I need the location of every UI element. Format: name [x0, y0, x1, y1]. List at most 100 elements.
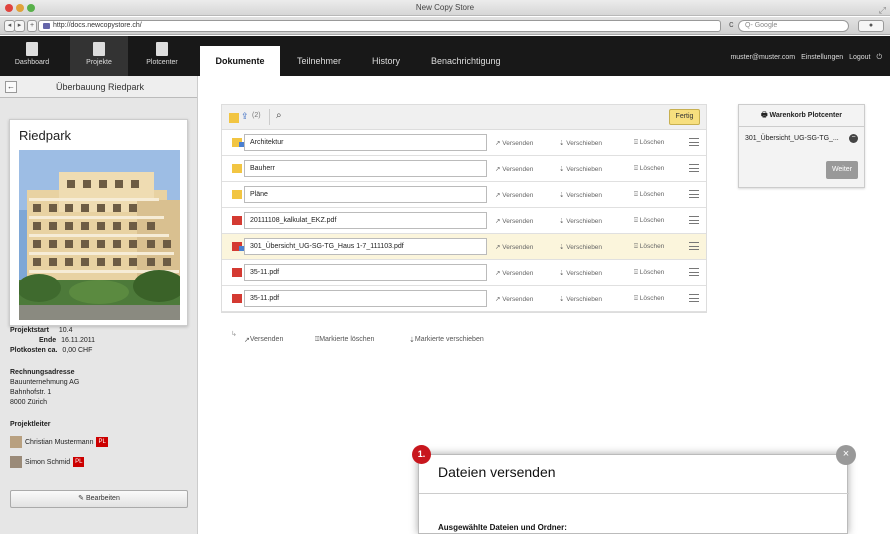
row-menu-icon[interactable]: [689, 164, 699, 172]
top-links: muster@muster.com Einstellungen Logout ⏻: [726, 54, 882, 62]
pencil-icon: ✎: [78, 495, 85, 502]
reload-icon[interactable]: c: [729, 19, 734, 29]
delete-button-label: Löschen: [639, 295, 665, 302]
delete-button[interactable]: ⍐ Löschen: [634, 243, 664, 251]
file-name-field[interactable]: 301_Übersicht_UG-SG-TG_Haus 1-7_111103.p…: [244, 238, 487, 255]
move-button[interactable]: ⇣ Verschieben: [559, 269, 602, 277]
tab-benachrichtigung[interactable]: Benachrichtigung: [431, 46, 501, 76]
user-email-link[interactable]: muster@muster.com: [730, 54, 795, 61]
delete-button[interactable]: ⍐ Löschen: [634, 217, 664, 225]
sidebar-header: ← Überbauung Riedpark: [0, 76, 197, 98]
row-menu-icon[interactable]: [689, 190, 699, 198]
table-row[interactable]: Bauherr ↗ Versenden ⇣ Verschieben ⍐ Löschen: [222, 156, 706, 182]
minimize-window-button[interactable]: [16, 4, 24, 12]
tab-teilnehmer[interactable]: Teilnehmer: [297, 46, 341, 76]
selection-count: (2): [252, 112, 261, 119]
address-line: 8000 Zürich: [10, 399, 47, 406]
weiter-button[interactable]: Weiter: [826, 161, 858, 179]
send-button[interactable]: ↗ Versenden: [495, 139, 533, 147]
fertig-button[interactable]: Fertig: [669, 109, 700, 125]
row-menu-icon[interactable]: [689, 294, 699, 302]
extension-icon[interactable]: ●: [858, 20, 884, 32]
zoom-window-button[interactable]: [27, 4, 35, 12]
file-name-field[interactable]: 20111108_kalkulat_EKZ.pdf: [244, 212, 487, 229]
new-tab-button[interactable]: +: [27, 20, 37, 32]
close-window-button[interactable]: [5, 4, 13, 12]
edit-project-button[interactable]: ✎ Bearbeiten: [10, 490, 188, 508]
move-button[interactable]: ⇣ Verschieben: [559, 295, 602, 303]
settings-link[interactable]: Einstellungen: [801, 54, 843, 61]
delete-button[interactable]: ⍐ Löschen: [634, 165, 664, 173]
row-menu-icon[interactable]: [689, 242, 699, 250]
send-button[interactable]: ↗ Versenden: [495, 295, 533, 303]
file-name-field[interactable]: Pläne: [244, 186, 487, 203]
send-files-dialog: Dateien versenden Ausgewählte Dateien un…: [418, 454, 849, 534]
send-button-label: Versenden: [502, 296, 534, 303]
send-button[interactable]: ↗ Versenden: [495, 191, 533, 199]
move-button[interactable]: ⇣ Verschieben: [559, 217, 602, 225]
leader-name: Christian Mustermann: [25, 438, 94, 446]
fullscreen-icon[interactable]: ⤢: [879, 2, 886, 18]
send-button[interactable]: ↗ Versenden: [495, 243, 533, 251]
send-button[interactable]: ↗ Versenden: [495, 217, 533, 225]
leader-item[interactable]: Simon Schmid PL: [10, 456, 108, 468]
logout-link[interactable]: Logout: [849, 54, 870, 61]
table-row[interactable]: Pläne ↗ Versenden ⇣ Verschieben ⍐ Löschen: [222, 182, 706, 208]
row-menu-icon[interactable]: [689, 216, 699, 224]
table-row[interactable]: 35-11.pdf ↗ Versenden ⇣ Verschieben ⍐ Lösch…: [222, 286, 706, 312]
avatar: [10, 456, 22, 468]
table-row[interactable]: 35-11.pdf ↗ Versenden ⇣ Verschieben ⍐ Lösch…: [222, 260, 706, 286]
tab-dokumente[interactable]: Dokumente: [200, 46, 280, 76]
new-folder-icon[interactable]: [229, 113, 239, 123]
file-name-field[interactable]: Architektur: [244, 134, 487, 151]
remove-icon[interactable]: −: [849, 134, 858, 143]
delete-button-label: Löschen: [639, 269, 665, 276]
projektstart-value: 10.4: [58, 327, 73, 334]
file-name-field[interactable]: 35-11.pdf: [244, 290, 487, 307]
forward-icon[interactable]: ▸: [14, 20, 25, 32]
nav-plotcenter[interactable]: Plotcenter: [133, 36, 191, 76]
logout-icon[interactable]: ⏻: [876, 54, 882, 61]
delete-button[interactable]: ⍐ Löschen: [634, 191, 664, 199]
send-button-label: Versenden: [502, 244, 534, 251]
bulk-delete-button[interactable]: ⍐ Markierte löschen: [315, 336, 374, 344]
send-button-label: Versenden: [502, 270, 534, 277]
delete-button[interactable]: ⍐ Löschen: [634, 139, 664, 147]
printer-icon: [156, 42, 168, 56]
plotcenter-cart: 🖶 Warenkorb Plotcenter 301_Übersicht_UG-…: [738, 104, 865, 188]
close-icon[interactable]: ×: [836, 445, 856, 465]
move-button[interactable]: ⇣ Verschieben: [559, 165, 602, 173]
bulk-send-button[interactable]: ↗ Versenden: [244, 336, 283, 344]
row-menu-icon[interactable]: [689, 138, 699, 146]
move-button[interactable]: ⇣ Verschieben: [559, 139, 602, 147]
search-icon[interactable]: ⌕: [276, 110, 282, 121]
table-row[interactable]: 20111108_kalkulat_EKZ.pdf ↗ Versenden ⇣ Ve…: [222, 208, 706, 234]
leader-item[interactable]: Christian Mustermann PL: [10, 436, 108, 448]
bulk-move-button[interactable]: ⇣ Markierte verschieben: [409, 336, 484, 344]
move-button-label: Verschieben: [566, 192, 603, 199]
ende-label: Ende: [39, 337, 57, 344]
delete-button[interactable]: ⍐ Löschen: [634, 269, 664, 277]
delete-button-label: Löschen: [639, 243, 665, 250]
upload-icon[interactable]: ⇪: [241, 111, 249, 121]
tab-history[interactable]: History: [372, 46, 400, 76]
move-button[interactable]: ⇣ Verschieben: [559, 191, 602, 199]
table-row[interactable]: 301_Übersicht_UG-SG-TG_Haus 1-7_111103.p…: [222, 234, 706, 260]
search-input[interactable]: Q- Google: [738, 20, 849, 32]
file-name-field[interactable]: Bauherr: [244, 160, 487, 177]
move-button[interactable]: ⇣ Verschieben: [559, 243, 602, 251]
nav-projekte[interactable]: Projekte: [70, 36, 128, 76]
address-line: Bauunternehmung AG: [10, 379, 80, 386]
delete-button[interactable]: ⍐ Löschen: [634, 295, 664, 303]
nav-dashboard[interactable]: Dashboard: [3, 36, 61, 76]
table-row[interactable]: Architektur ↗ Versenden ⇣ Verschieben ⍐ Lös…: [222, 130, 706, 156]
send-button[interactable]: ↗ Versenden: [495, 269, 533, 277]
url-input[interactable]: http://docs.newcopystore.ch/: [38, 20, 721, 32]
file-name-field[interactable]: 35-11.pdf: [244, 264, 487, 281]
send-button[interactable]: ↗ Versenden: [495, 165, 533, 173]
row-menu-icon[interactable]: [689, 268, 699, 276]
move-button-label: Verschieben: [566, 166, 603, 173]
back-arrow-icon[interactable]: ←: [5, 81, 17, 93]
step-badge: 1.: [412, 445, 431, 464]
cart-item: 301_Übersicht_UG-SG-TG_...: [745, 135, 839, 142]
